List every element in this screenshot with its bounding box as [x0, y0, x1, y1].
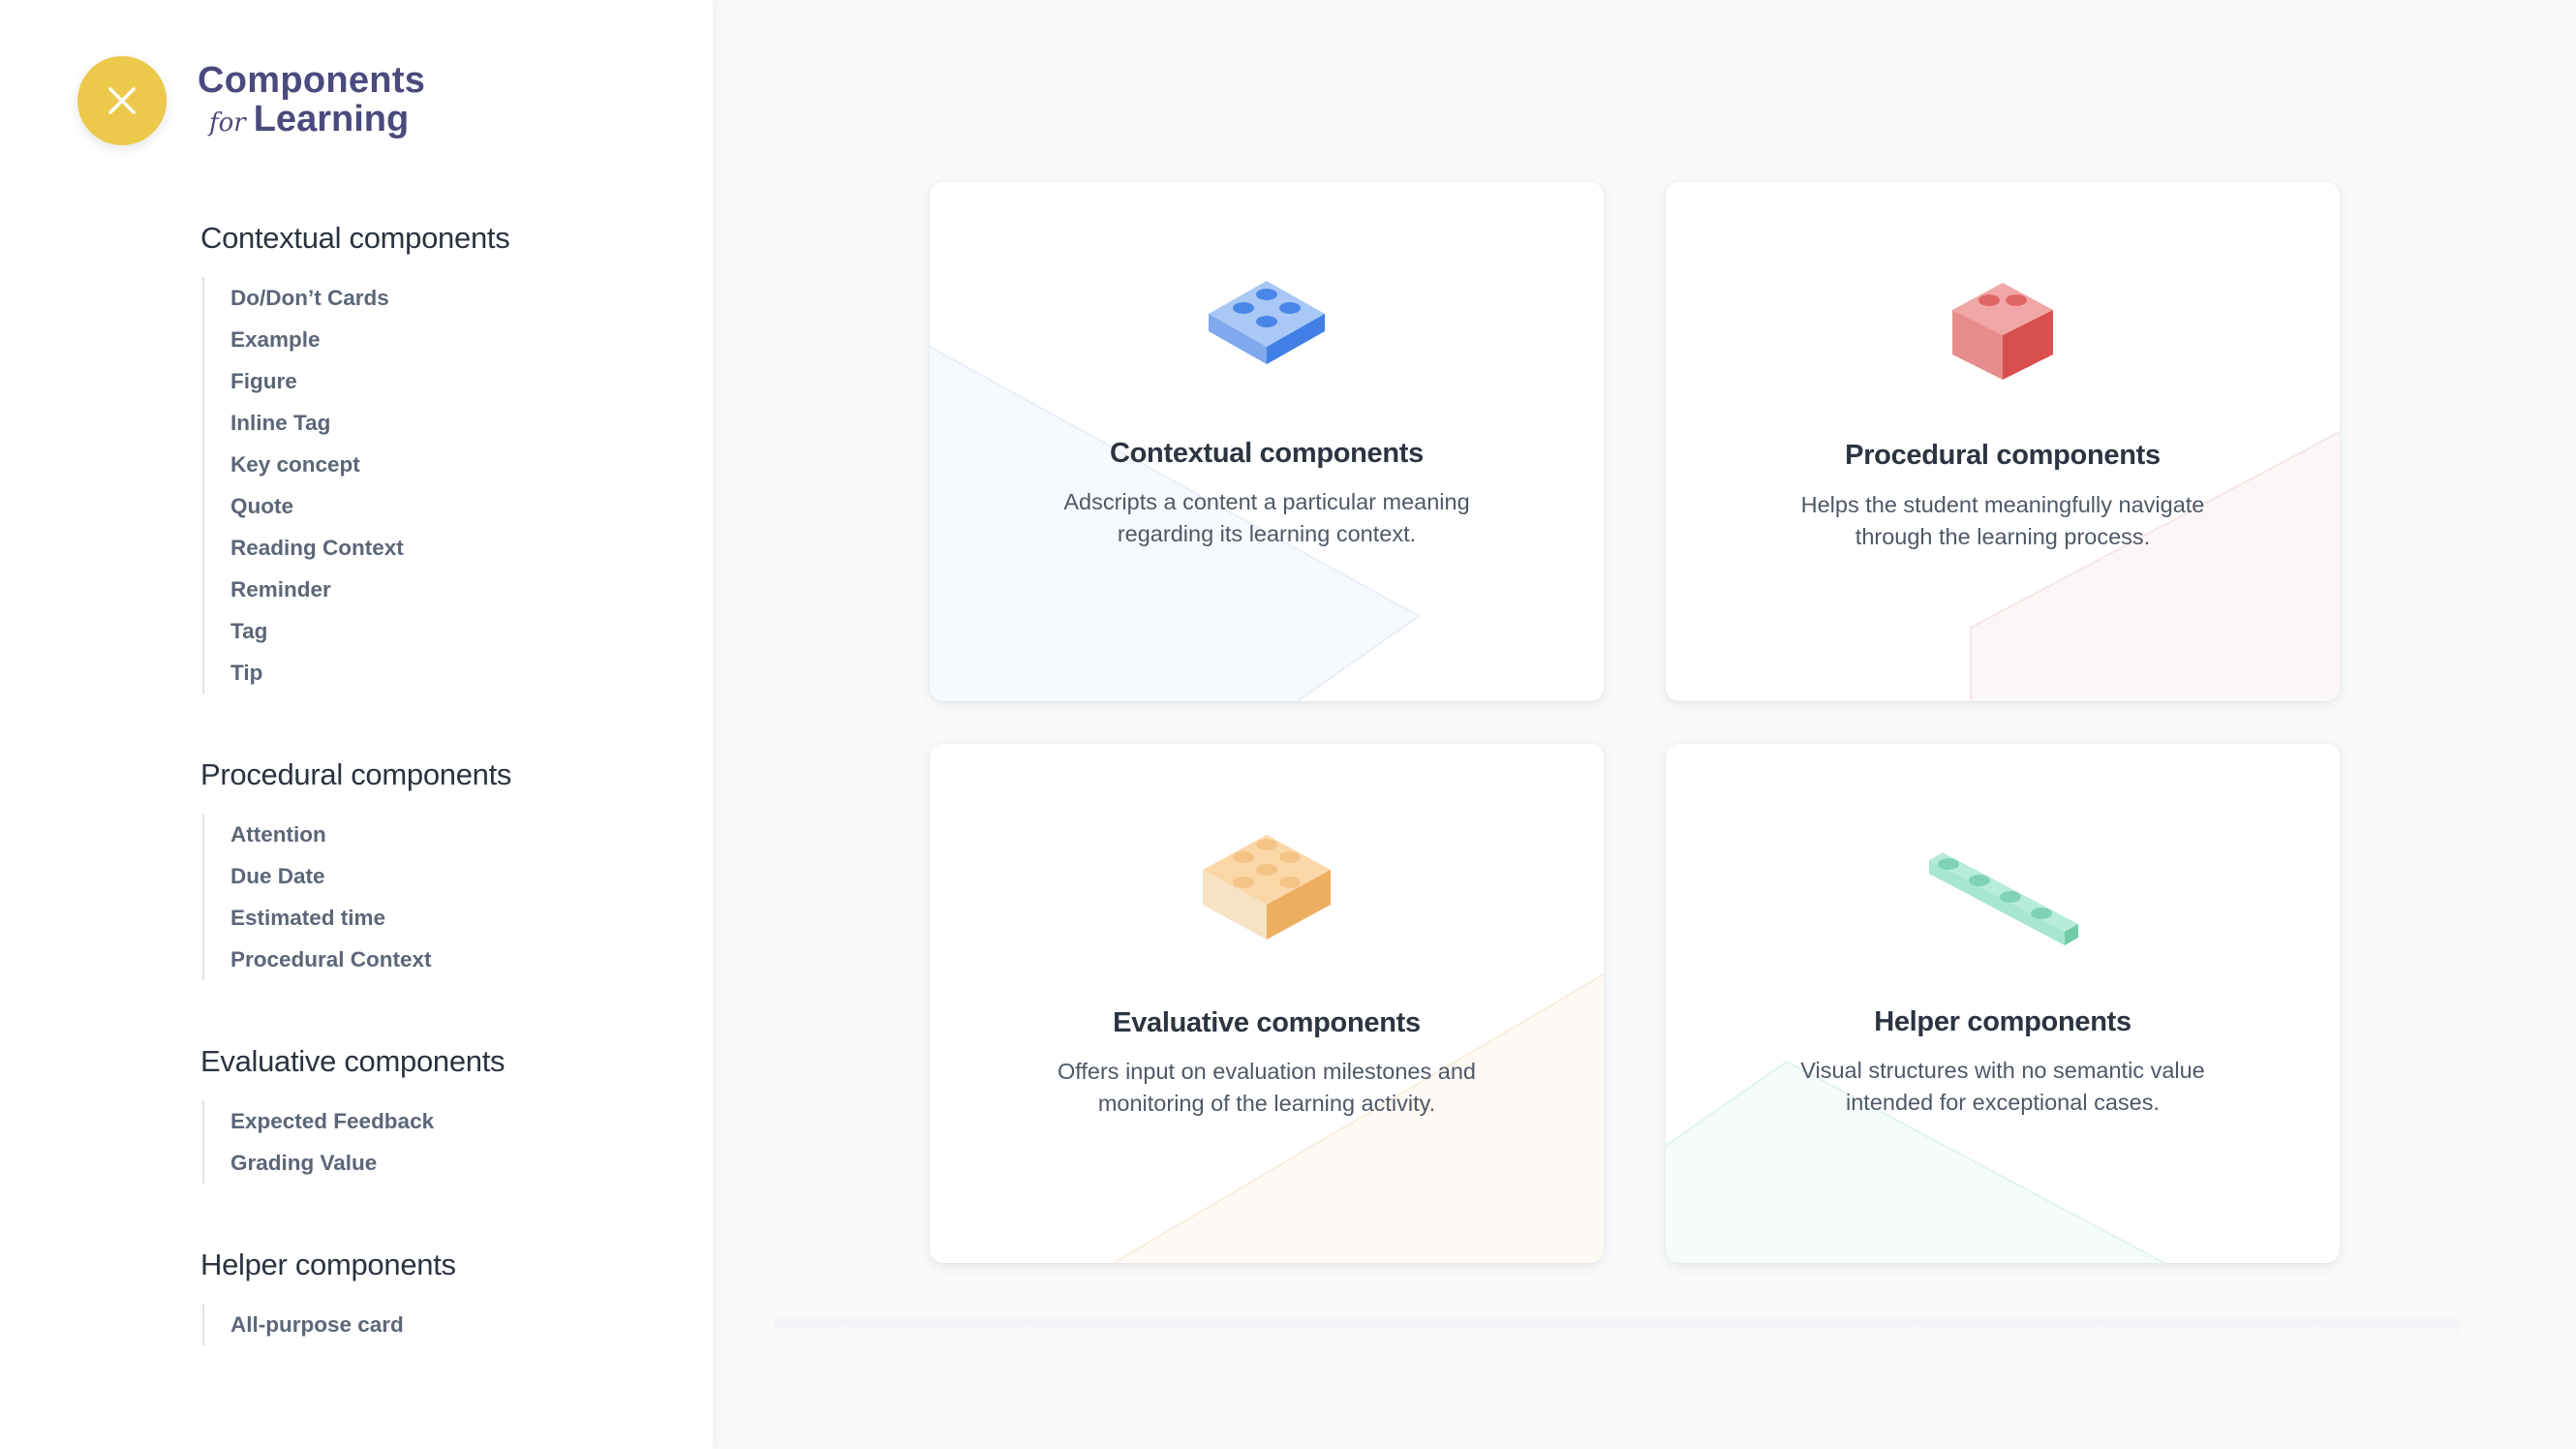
- nav-list-contextual: Do/Don’t Cards Example Figure Inline Tag…: [202, 277, 665, 694]
- nav-item-do-dont-cards[interactable]: Do/Don’t Cards: [230, 277, 665, 319]
- green-brick-icon: [1929, 852, 2078, 945]
- nav-item-inline-tag[interactable]: Inline Tag: [230, 402, 665, 444]
- nav-item-reading-context[interactable]: Reading Context: [230, 527, 665, 569]
- card-procedural[interactable]: Procedural components Helps the student …: [1666, 182, 2340, 701]
- nav-item-figure[interactable]: Figure: [230, 360, 665, 402]
- orange-brick-icon: [1203, 835, 1331, 940]
- blue-brick-icon: [1209, 281, 1325, 364]
- nav-item-reminder[interactable]: Reminder: [230, 569, 665, 610]
- logo-line-1: Components: [198, 60, 426, 101]
- nav-group-contextual: Contextual components Do/Don’t Cards Exa…: [200, 221, 665, 694]
- nav-group-procedural: Procedural components Attention Due Date…: [200, 757, 665, 980]
- close-menu-button[interactable]: [77, 56, 167, 145]
- nav-item-quote[interactable]: Quote: [230, 485, 665, 527]
- nav-item-grading-value[interactable]: Grading Value: [230, 1142, 665, 1184]
- sidebar: Components for Learning Contextual compo…: [0, 0, 713, 1449]
- card-helper[interactable]: Helper components Visual structures with…: [1666, 744, 2340, 1263]
- red-brick-icon: [1952, 283, 2053, 380]
- nav-heading-procedural[interactable]: Procedural components: [200, 757, 665, 792]
- card-title: Evaluative components: [1113, 1007, 1421, 1038]
- nav-item-attention[interactable]: Attention: [230, 814, 665, 855]
- nav-heading-helper[interactable]: Helper components: [200, 1248, 665, 1282]
- logo-line-2: Learning: [253, 99, 410, 139]
- nav-item-expected-feedback[interactable]: Expected Feedback: [230, 1100, 665, 1142]
- card-description: Visual structures with no semantic value…: [1800, 1058, 2205, 1115]
- content-bottom-divider: [775, 1319, 2460, 1337]
- card-background-pattern: [1666, 1060, 2165, 1263]
- card-contextual[interactable]: Contextual components Adscripts a conten…: [930, 182, 1604, 701]
- nav-heading-contextual[interactable]: Contextual components: [200, 221, 665, 256]
- nav-item-example[interactable]: Example: [230, 319, 665, 360]
- logo-for: for: [209, 108, 246, 138]
- nav-heading-evaluative[interactable]: Evaluative components: [200, 1044, 665, 1079]
- nav-item-key-concept[interactable]: Key concept: [230, 444, 665, 485]
- nav-item-tip[interactable]: Tip: [230, 652, 665, 694]
- nav-list-procedural: Attention Due Date Estimated time Proced…: [202, 814, 665, 980]
- card-title: Helper components: [1874, 1006, 2131, 1037]
- nav-item-tag[interactable]: Tag: [230, 610, 665, 652]
- nav-group-evaluative: Evaluative components Expected Feedback …: [200, 1044, 665, 1184]
- nav-item-procedural-context[interactable]: Procedural Context: [230, 939, 665, 980]
- card-title: Contextual components: [1109, 438, 1424, 469]
- nav-item-estimated-time[interactable]: Estimated time: [230, 897, 665, 939]
- card-description: Offers input on evaluation milestones an…: [1058, 1059, 1476, 1116]
- close-icon: [108, 87, 136, 114]
- nav-item-all-purpose-card[interactable]: All-purpose card: [230, 1304, 665, 1345]
- nav-group-helper: Helper components All-purpose card: [200, 1248, 665, 1345]
- card-description: Helps the student meaningfully navigate …: [1800, 492, 2205, 549]
- card-title: Procedural components: [1845, 440, 2161, 471]
- brand-logo[interactable]: Components for Learning: [198, 62, 425, 138]
- card-evaluative[interactable]: Evaluative components Offers input on ev…: [930, 744, 1604, 1263]
- card-background-pattern: [1113, 973, 1604, 1263]
- main-content: Contextual components Adscripts a conten…: [713, 0, 2576, 1449]
- nav-list-evaluative: Expected Feedback Grading Value: [202, 1100, 665, 1184]
- nav-item-due-date[interactable]: Due Date: [230, 855, 665, 897]
- nav-list-helper: All-purpose card: [202, 1304, 665, 1345]
- card-description: Adscripts a content a particular meaning…: [1063, 489, 1470, 546]
